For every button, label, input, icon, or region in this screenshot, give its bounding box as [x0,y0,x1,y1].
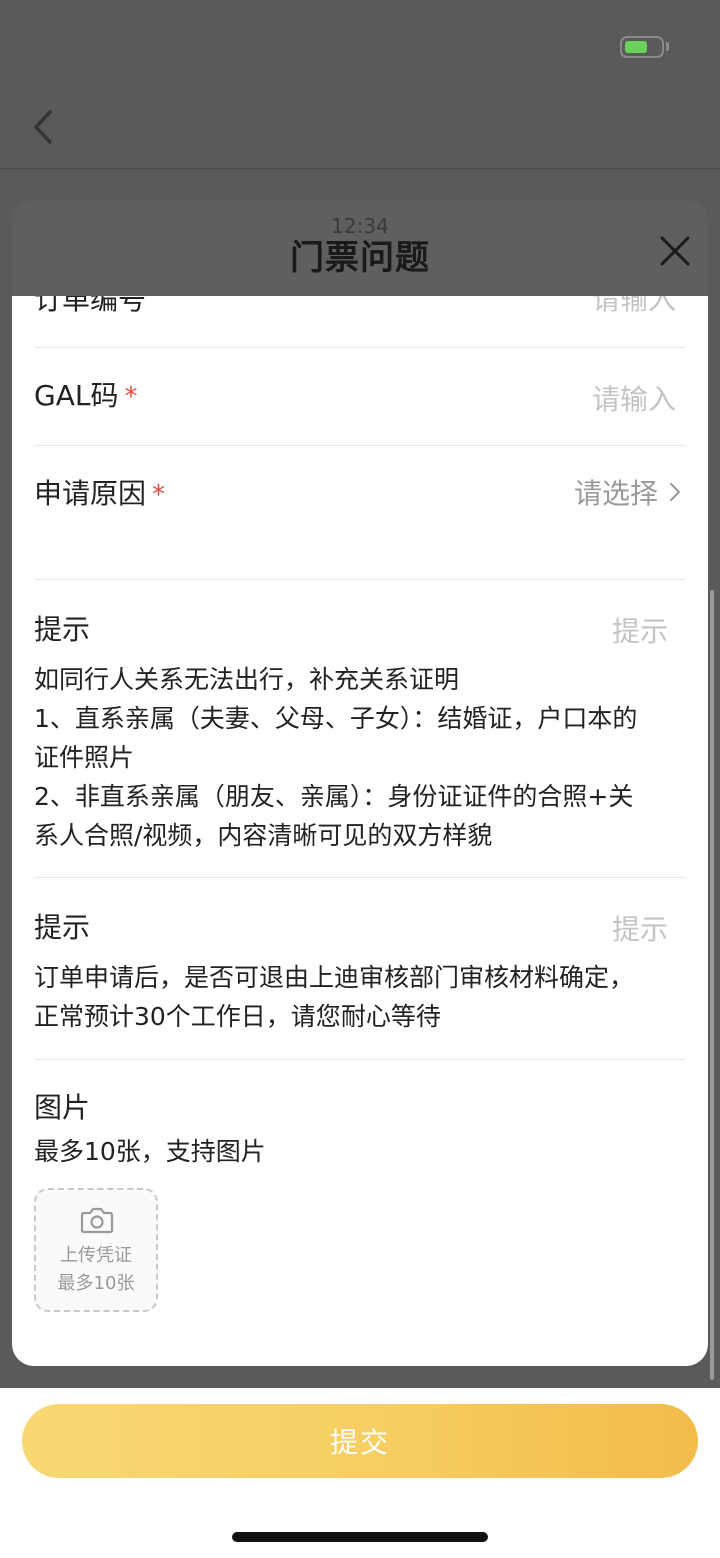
tip-line: 1、直系亲属（夫妻、父母、子女）：结婚证，户口本的 [34,704,638,733]
page: 12:34 门票问题 订单编号 请输入 GAL码 * 请输入 申请原因 * 请选择 [0,0,720,1558]
tip-right-label: 提示 [611,913,668,946]
required-mark: * [152,480,166,510]
battery-icon [620,36,664,58]
tip-label: 提示 [34,911,91,944]
tip-line: 订单申请后，是否可退由上迪审核部门审核材料确定， [34,963,635,992]
order-number-label: 订单编号 [34,296,147,316]
sheet-body: 订单编号 请输入 GAL码 * 请输入 申请原因 * 请选择 提示 提示 如同行… [12,296,708,1366]
apply-reason-select[interactable]: 请选择 [574,472,682,512]
close-button[interactable] [652,228,698,274]
close-icon [660,236,690,266]
upload-button[interactable]: 上传凭证 最多10张 [34,1188,158,1312]
tip-text: 订单申请后，是否可退由上迪审核部门审核材料确定， 正常预计30个工作日，请您耐心… [34,958,686,1036]
gal-code-input[interactable]: 请输入 [592,378,676,418]
back-button[interactable] [22,100,66,154]
chevron-left-icon [34,110,52,144]
nav-divider [0,168,720,169]
gal-code-row[interactable]: GAL码 * 请输入 [34,348,686,444]
tip-line: 证件照片 [34,743,135,772]
tip-right-label: 提示 [611,615,668,648]
scrollbar[interactable] [710,590,714,1380]
upload-limit-text: 最多10张 [57,1273,135,1294]
gal-code-label: GAL码 * [34,379,138,412]
tip-section: 提示 提示 如同行人关系无法出行，补充关系证明 1、直系亲属（夫妻、父母、子女）… [34,580,686,876]
images-hint: 最多10张，支持图片 [34,1137,266,1166]
images-label: 图片 [34,1091,91,1124]
camera-icon [80,1207,114,1234]
tip-line: 系人合照/视频，内容清晰可见的双方样貌 [34,821,493,850]
sheet-title: 门票问题 [290,238,430,278]
status-bar [0,0,720,90]
apply-reason-label: 申请原因 * [34,477,166,510]
submit-button[interactable]: 提交 [22,1404,698,1478]
tip-label: 提示 [34,613,91,646]
images-section: 图片 最多10张，支持图片 [34,1060,686,1180]
order-number-input[interactable]: 请输入 [592,296,676,318]
battery-tip [666,42,669,51]
apply-reason-row[interactable]: 申请原因 * 请选择 [34,446,686,578]
apply-reason-value: 请选择 [573,477,658,510]
chevron-right-icon [670,483,680,501]
battery-level [625,41,647,53]
home-indicator [232,1532,488,1542]
upload-text: 上传凭证 [60,1245,132,1266]
order-number-row[interactable]: 订单编号 请输入 [34,296,686,330]
tip-line: 正常预计30个工作日，请您耐心等待 [34,1002,441,1031]
tip-text: 如同行人关系无法出行，补充关系证明 1、直系亲属（夫妻、父母、子女）：结婚证，户… [34,660,686,855]
tip-line: 如同行人关系无法出行，补充关系证明 [34,665,460,694]
tip-line: 2、非直系亲属（朋友、亲属）：身份证证件的合照+关 [34,782,634,811]
required-mark: * [124,382,138,412]
tip-section: 提示 提示 订单申请后，是否可退由上迪审核部门审核材料确定， 正常预计30个工作… [34,878,686,1058]
